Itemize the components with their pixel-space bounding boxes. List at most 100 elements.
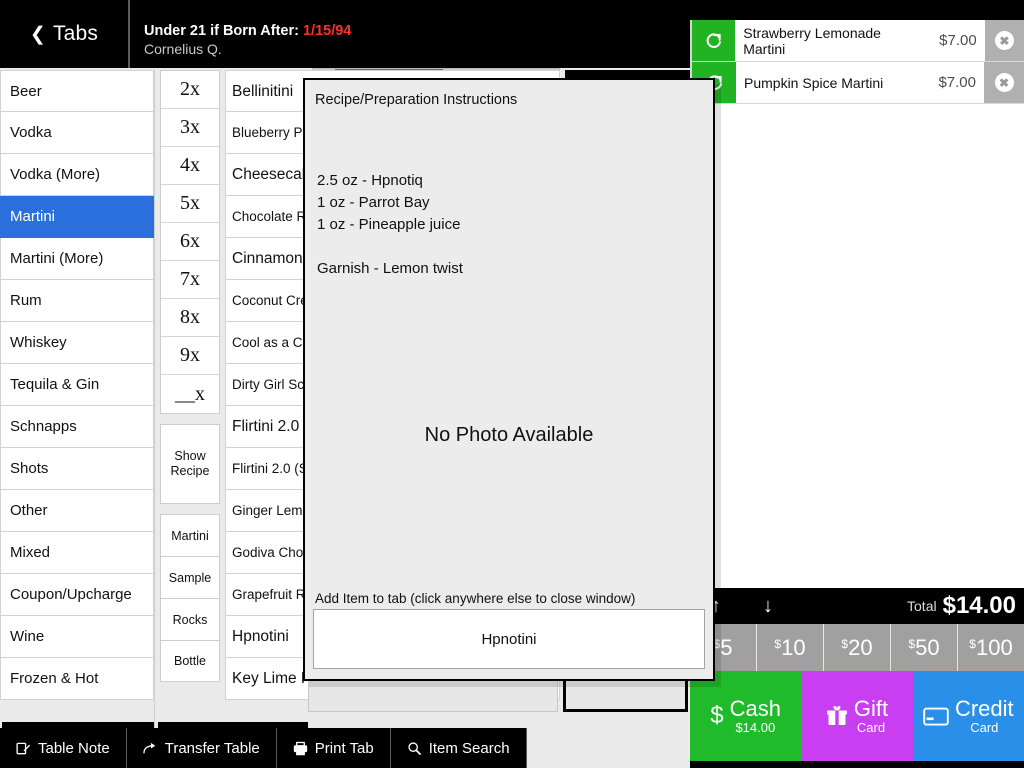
column-gap-1 [160,414,220,424]
repeat-item-icon[interactable] [692,20,736,61]
denomination-button-50[interactable]: $50 [891,624,958,671]
payment-bottom-strip [690,761,1024,768]
toolbar-button-label: Table Note [38,739,110,757]
total-label: Total [907,598,937,614]
sidebar-item-beer[interactable]: Beer [0,70,154,112]
order-item-price: $7.00 [939,32,977,49]
glass-option-bottle[interactable]: Bottle [160,640,220,682]
sidebar-item-vodka-more[interactable]: Vodka (More) [0,154,154,196]
toolbar-button-print-tab[interactable]: Print Tab [277,728,391,768]
sidebar-item-vodka[interactable]: Vodka [0,112,154,154]
denomination-button-20[interactable]: $20 [824,624,891,671]
glass-option-rocks[interactable]: Rocks [160,598,220,640]
multiplier-button-7x[interactable]: 7x [161,261,219,299]
multiplier-button-x[interactable]: __x [161,375,219,413]
sidebar-item-label: Martini [10,208,56,225]
payment-button-labels: Credit Card [955,697,1014,735]
sidebar-item-label: Coupon/Upcharge [10,586,132,603]
payment-button-labels: Gift Card [854,697,888,735]
payment-button-cash[interactable]: $ Cash $14.00 [690,671,802,761]
recipe-modal: Recipe/Preparation Instructions 2.5 oz -… [303,78,715,681]
order-item-name: Strawberry Lemonade Martini [743,24,881,57]
payment-button-credit[interactable]: Credit Card [912,671,1024,761]
payment-button-labels: Cash $14.00 [730,697,781,735]
gift-icon [826,705,848,727]
currency-symbol: $ [774,637,782,651]
denomination-amount: 10 [781,635,806,660]
multiplier-button-2x[interactable]: 2x [161,71,219,109]
total-amount: $14.00 [942,592,1016,619]
sidebar-item-label: Martini (More) [10,250,104,267]
sidebar-item-schnapps[interactable]: Schnapps [0,406,154,448]
toolbar-button-item-search[interactable]: Item Search [391,728,527,768]
multiplier-button-5x[interactable]: 5x [161,185,219,223]
multiplier-button-3x[interactable]: 3x [161,109,219,147]
chevron-left-icon: ❮ [29,23,46,45]
age-notice: Under 21 if Born After: 1/15/94 [144,22,351,40]
payment-button-title: Cash [729,696,782,721]
glass-option-martini[interactable]: Martini [160,514,220,556]
show-recipe-button[interactable]: Show Recipe [160,424,220,504]
sidebar-item-label: Wine [10,628,45,645]
no-photo-placeholder: No Photo Available [424,424,594,446]
printer-icon [293,741,308,756]
order-item-price: $7.00 [938,74,976,91]
scroll-down-button[interactable]: ↓ [742,595,794,618]
sidebar-item-martini-more[interactable]: Martini (More) [0,238,154,280]
denomination-amount: 20 [848,635,873,660]
order-panel: Strawberry Lemonade Martini $7.00 ✖ Pumpkin… [690,20,1024,588]
sidebar-item-label: Beer [10,82,42,100]
sidebar-item-rum[interactable]: Rum [0,280,154,322]
sidebar-item-coupon-upcharge[interactable]: Coupon/Upcharge [0,574,154,616]
multiplier-button-9x[interactable]: 9x [161,337,219,375]
payment-button-title: Gift [853,696,889,721]
denomination-button-10[interactable]: $10 [757,624,824,671]
category-sidebar: Beer Vodka Vodka (More) Martini Martini (Mor… [0,70,155,728]
sidebar-item-wine[interactable]: Wine [0,616,154,658]
sidebar-item-frozen-hot[interactable]: Frozen & Hot [0,658,154,700]
back-to-tabs-label: Tabs [52,22,99,45]
sidebar-item-label: Mixed [10,544,51,561]
denomination-button-100[interactable]: $100 [958,624,1024,671]
recipe-text: 2.5 oz - Hpnotiq 1 oz - Parrot Bay 1 oz … [317,172,463,277]
sidebar-item-tequila-gin[interactable]: Tequila & Gin [0,364,154,406]
glass-option-sample[interactable]: Sample [160,556,220,598]
toolbar-button-table-note[interactable]: Table Note [0,728,127,768]
age-notice-label: Under 21 if Born After: [144,23,299,39]
denomination-amount: 50 [915,635,940,660]
payment-button-content: $ Cash $14.00 [710,697,781,735]
payment-button-gift[interactable]: Gift Card [801,671,913,761]
currency-symbol: $ [908,637,916,651]
back-to-tabs-button[interactable]: ❮ Tabs [0,0,128,68]
toolbar-button-label: Item Search [428,739,510,757]
column-gap-2 [160,504,220,514]
order-item-row[interactable]: Pumpkin Spice Martini $7.00 ✖ [692,62,1024,104]
sidebar-item-shots[interactable]: Shots [0,448,154,490]
remove-item-button[interactable]: ✖ [984,62,1024,103]
toolbar-empty-space [526,728,690,768]
multiplier-button-8x[interactable]: 8x [161,299,219,337]
sidebar-item-whiskey[interactable]: Whiskey [0,322,154,364]
remove-item-button[interactable]: ✖ [984,20,1024,61]
sidebar-item-martini[interactable]: Martini [0,196,154,238]
sidebar-item-other[interactable]: Other [0,490,154,532]
order-item-row[interactable]: Strawberry Lemonade Martini $7.00 ✖ [692,20,1024,62]
sidebar-item-mixed[interactable]: Mixed [0,532,154,574]
currency-symbol: $ [841,637,849,651]
modifier-column: 2x 3x 4x 5x 6x 7x 8x 9x __x Show Recipe Martini S… [160,70,220,728]
add-item-instruction: Add Item to tab (click anywhere else to … [315,591,636,606]
toolbar-button-transfer-table[interactable]: Transfer Table [127,728,277,768]
payment-button-subtitle: $14.00 [735,720,776,735]
close-icon: ✖ [994,73,1014,92]
sidebar-item-label: Schnapps [10,418,77,435]
add-item-button[interactable]: Hpnotini [313,609,705,669]
multiplier-button-6x[interactable]: 6x [161,223,219,261]
payment-button-content: Credit Card [923,697,1014,735]
order-item-name: Pumpkin Spice Martini [744,74,884,91]
multiplier-button-4x[interactable]: 4x [161,147,219,185]
sidebar-item-label: Other [10,502,48,519]
payment-button-subtitle: Card [970,720,999,735]
share-arrow-icon [143,741,158,756]
credit-card-icon [923,707,949,726]
denomination-row: $5 $10 $20 $50 $100 [690,624,1024,671]
